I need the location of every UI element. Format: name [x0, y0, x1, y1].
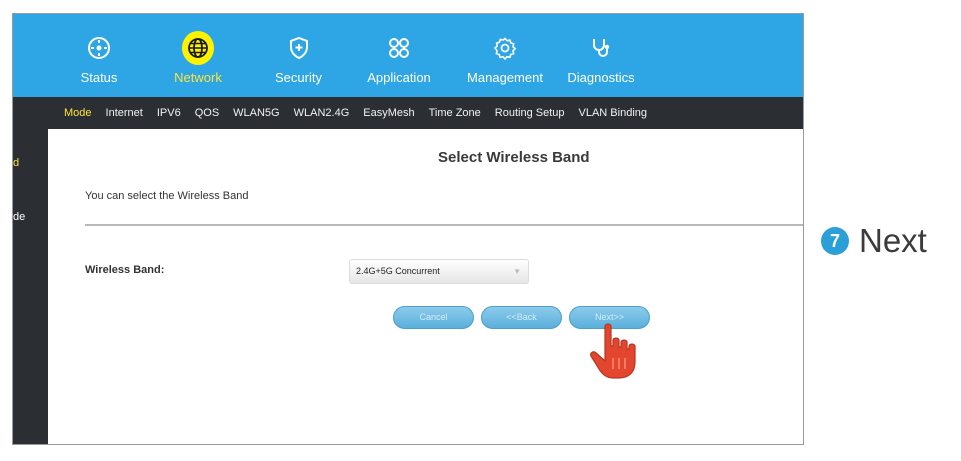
subnav-vlan-binding[interactable]: VLAN Binding [579, 107, 648, 119]
nav-application[interactable]: Application [364, 14, 434, 97]
top-navigation-bar: Status Network Security Application Mana… [13, 14, 803, 97]
nav-status-label: Status [80, 70, 118, 85]
subnav-wlan24g[interactable]: WLAN2.4G [294, 107, 350, 119]
nav-network[interactable]: Network [171, 14, 225, 97]
status-icon [83, 32, 115, 64]
page-description: You can select the Wireless Band [85, 190, 249, 202]
page-title: Select Wireless Band [438, 149, 590, 166]
subnav-wlan5g[interactable]: WLAN5G [233, 107, 279, 119]
gear-icon [489, 32, 521, 64]
subnav-internet[interactable]: Internet [106, 107, 143, 119]
nav-management[interactable]: Management [465, 14, 545, 97]
subnav-qos[interactable]: QOS [195, 107, 219, 119]
globe-icon [182, 31, 214, 65]
wireless-band-value: 2.4G+5G Concurrent [356, 266, 440, 276]
nav-status[interactable]: Status [78, 14, 120, 97]
cancel-button[interactable]: Cancel [393, 306, 474, 329]
sidebar: d de [13, 97, 48, 444]
subnav-easymesh[interactable]: EasyMesh [363, 107, 414, 119]
sub-navigation-bar: Mode Internet IPV6 QOS WLAN5G WLAN2.4G E… [48, 97, 803, 129]
wireless-band-select[interactable]: 2.4G+5G Concurrent ▼ [349, 259, 529, 284]
subnav-ipv6[interactable]: IPV6 [157, 107, 181, 119]
hand-pointer-icon [588, 322, 640, 385]
divider [85, 224, 803, 226]
step-label: Next [859, 222, 927, 259]
shield-plus-icon [283, 32, 315, 64]
nav-security-label: Security [275, 70, 322, 85]
subnav-mode[interactable]: Mode [64, 107, 92, 119]
step-number-badge: 7 [821, 227, 849, 255]
sidebar-item[interactable]: de [13, 211, 25, 223]
apps-icon [383, 32, 415, 64]
router-admin-window: Status Network Security Application Mana… [12, 13, 804, 445]
wireless-band-label: Wireless Band: [85, 264, 165, 276]
nav-management-label: Management [467, 70, 543, 85]
nav-diagnostics[interactable]: Diagnostics [565, 14, 637, 97]
subnav-routing-setup[interactable]: Routing Setup [495, 107, 565, 119]
subnav-time-zone[interactable]: Time Zone [429, 107, 481, 119]
stethoscope-icon [585, 32, 617, 64]
nav-diagnostics-label: Diagnostics [567, 70, 635, 85]
chevron-down-icon: ▼ [513, 267, 521, 276]
nav-security[interactable]: Security [271, 14, 326, 97]
main-content: Select Wireless Band You can select the … [48, 129, 803, 444]
back-button[interactable]: <<Back [481, 306, 562, 329]
nav-application-label: Application [367, 70, 431, 85]
sidebar-item-active[interactable]: d [13, 157, 19, 169]
step-indicator: 7 Next [821, 222, 927, 260]
nav-network-label: Network [174, 70, 222, 85]
